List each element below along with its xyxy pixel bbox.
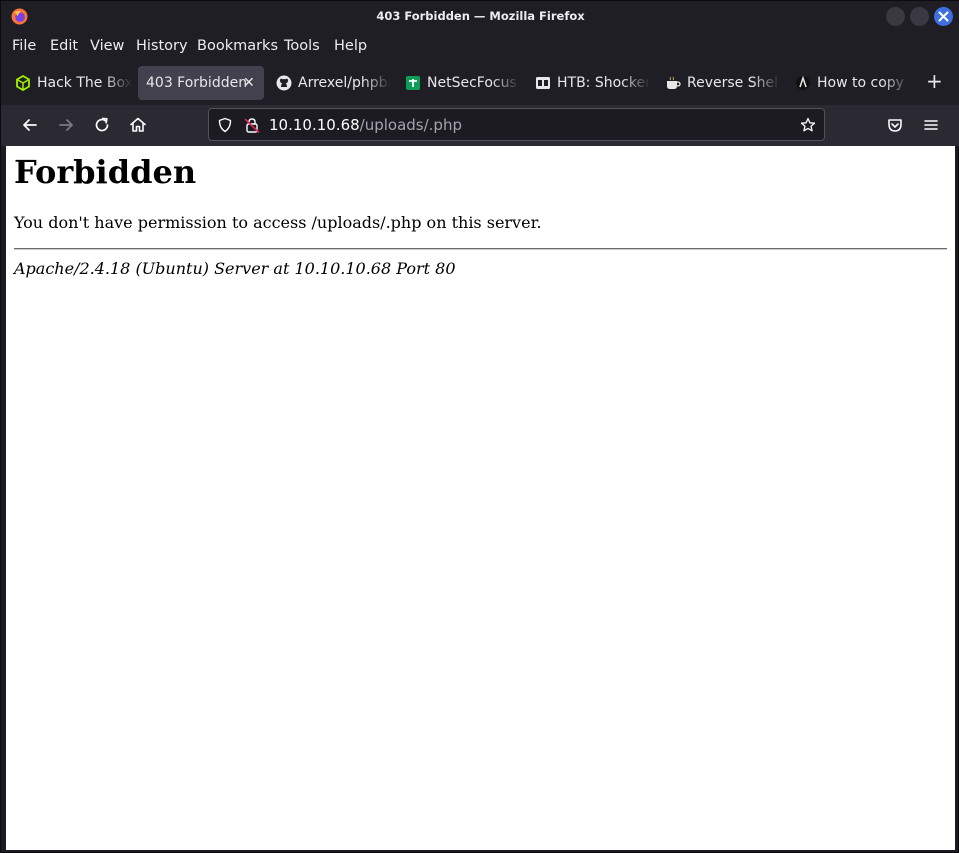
navigation-toolbar: 10.10.10.68/uploads/.php — [1, 105, 959, 146]
page-content: Forbidden You don't have permission to a… — [6, 146, 955, 850]
maximize-button[interactable] — [910, 7, 929, 26]
menu-help[interactable]: Help — [334, 38, 367, 54]
tab-fade — [622, 66, 650, 100]
error-message: You don't have permission to access /upl… — [14, 213, 542, 232]
url-path: /uploads/.php — [359, 116, 462, 134]
close-icon — [938, 11, 949, 22]
tab-403-forbidden[interactable]: 403 Forbidden ✕ — [138, 66, 264, 100]
tab-label: 403 Forbidden — [146, 75, 248, 91]
menu-bar: File Edit View History Bookmarks Tools H… — [1, 33, 959, 61]
page-heading: Forbidden — [14, 153, 197, 191]
url-host: 10.10.10.68 — [269, 116, 360, 134]
url-text[interactable]: 10.10.10.68/uploads/.php — [269, 116, 462, 134]
site-icon — [796, 75, 810, 90]
insecure-lock-icon[interactable] — [244, 117, 260, 133]
hackthebox-icon — [16, 75, 30, 91]
tab-fade — [752, 66, 780, 100]
menu-history[interactable]: History — [136, 38, 188, 54]
tab-fade — [363, 66, 391, 100]
tab-how-to-copy[interactable]: How to copy a — [786, 66, 910, 100]
sheets-icon — [406, 76, 420, 90]
minimize-button[interactable] — [886, 7, 905, 26]
tracking-protection-shield-icon[interactable] — [217, 117, 233, 133]
tab-close-icon[interactable]: ✕ — [243, 75, 255, 91]
htb-writeup-icon — [536, 77, 550, 89]
window-title: 403 Forbidden — Mozilla Firefox — [376, 9, 585, 23]
browser-window: 403 Forbidden — Mozilla Firefox File Edi… — [0, 0, 959, 853]
title-bar: 403 Forbidden — Mozilla Firefox — [1, 1, 959, 33]
new-tab-button[interactable]: + — [926, 71, 943, 91]
pocket-icon[interactable] — [885, 115, 905, 135]
home-button[interactable] — [128, 115, 148, 135]
tab-fade — [882, 66, 910, 100]
menu-bookmarks[interactable]: Bookmarks — [197, 38, 278, 54]
tab-bar: Hack The Box 403 Forbidden ✕ Arrexel/php… — [1, 61, 959, 105]
menu-file[interactable]: File — [12, 38, 36, 54]
server-signature: Apache/2.4.18 (Ubuntu) Server at 10.10.1… — [14, 259, 456, 278]
tab-htb-shocker[interactable]: HTB: Shocker — [526, 66, 650, 100]
back-button[interactable] — [20, 115, 40, 135]
tab-hack-the-box[interactable]: Hack The Box — [6, 66, 132, 100]
address-bar[interactable]: 10.10.10.68/uploads/.php — [208, 108, 825, 141]
divider — [14, 248, 947, 250]
tab-reverse-shell[interactable]: Reverse Shell — [656, 66, 780, 100]
forward-button[interactable] — [56, 115, 76, 135]
bookmark-star-icon[interactable] — [800, 117, 816, 133]
coffee-icon — [667, 76, 681, 89]
menu-edit[interactable]: Edit — [50, 38, 78, 54]
github-icon — [276, 75, 292, 91]
menu-view[interactable]: View — [90, 38, 124, 54]
reload-button[interactable] — [92, 115, 112, 135]
menu-tools[interactable]: Tools — [284, 38, 320, 54]
tab-netsecfocus[interactable]: NetSecFocus — [396, 66, 520, 100]
tab-fade — [104, 66, 132, 100]
tab-arrexel-phpbash[interactable]: Arrexel/phpbash — [267, 66, 391, 100]
tab-fade — [492, 66, 520, 100]
hamburger-menu-icon[interactable] — [921, 115, 941, 135]
close-window-button[interactable] — [934, 7, 953, 26]
